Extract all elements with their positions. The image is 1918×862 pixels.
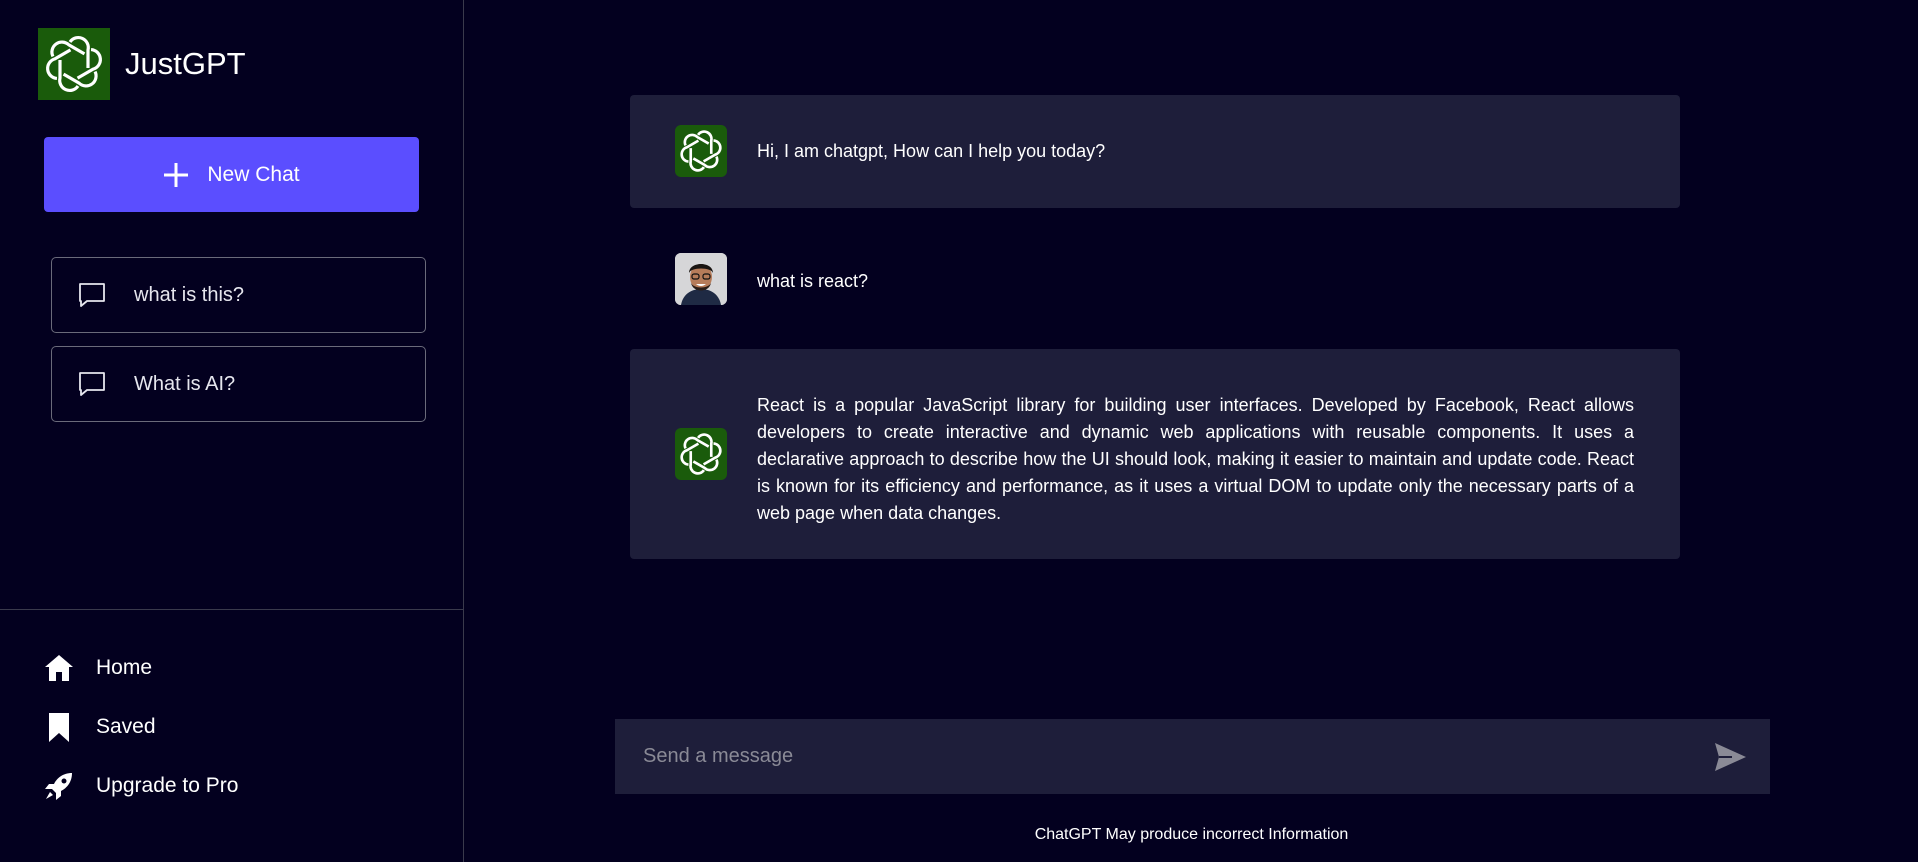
brand-name: JustGPT: [125, 46, 246, 81]
brand: JustGPT: [38, 28, 246, 100]
message-text: what is react?: [757, 271, 869, 291]
openai-logo-icon: [675, 428, 727, 480]
nav-item-label: Home: [96, 656, 153, 679]
chat-bubble-icon: [77, 369, 107, 399]
disclaimer-text: ChatGPT May produce incorrect Informatio…: [1034, 826, 1349, 843]
sidebar-nav: Home Saved Upgrade to Pro: [42, 650, 238, 827]
message-input[interactable]: [641, 744, 1695, 769]
chat-message-bot: React is a popular JavaScript library fo…: [630, 349, 1680, 559]
sidebar: JustGPT New Chat what is this? What is A…: [0, 0, 464, 862]
nav-item-home[interactable]: Home: [42, 650, 238, 686]
chat-message-bot: Hi, I am chatgpt, How can I help you tod…: [630, 95, 1680, 208]
user-avatar: [675, 253, 727, 305]
message-text: Hi, I am chatgpt, How can I help you tod…: [757, 141, 1106, 161]
home-icon: [42, 651, 76, 685]
chat-main: Hi, I am chatgpt, How can I help you tod…: [465, 0, 1918, 862]
openai-logo-icon: [38, 28, 110, 100]
history-item[interactable]: what is this?: [51, 257, 426, 333]
new-chat-label: New Chat: [207, 162, 300, 186]
plus-icon: [163, 162, 189, 188]
chat-history-list: what is this? What is AI?: [51, 257, 426, 435]
send-icon[interactable]: [1710, 737, 1750, 777]
nav-item-label: Upgrade to Pro: [96, 774, 239, 797]
nav-item-saved[interactable]: Saved: [42, 709, 238, 745]
nav-item-label: Saved: [96, 715, 156, 738]
history-item[interactable]: What is AI?: [51, 346, 426, 422]
message-composer: [615, 719, 1770, 794]
app-window: JustGPT New Chat what is this? What is A…: [0, 0, 1918, 862]
sidebar-divider: [0, 609, 464, 610]
rocket-icon: [42, 769, 76, 803]
message-text: React is a popular JavaScript library fo…: [757, 395, 1634, 523]
chat-bubble-icon: [77, 280, 107, 310]
bookmark-icon: [42, 710, 76, 744]
openai-logo-icon: [675, 125, 727, 177]
history-item-label: What is AI?: [134, 372, 236, 395]
nav-item-upgrade[interactable]: Upgrade to Pro: [42, 768, 238, 804]
chat-message-user: what is react?: [630, 239, 1680, 325]
history-item-label: what is this?: [134, 283, 245, 306]
new-chat-button[interactable]: New Chat: [44, 137, 419, 212]
